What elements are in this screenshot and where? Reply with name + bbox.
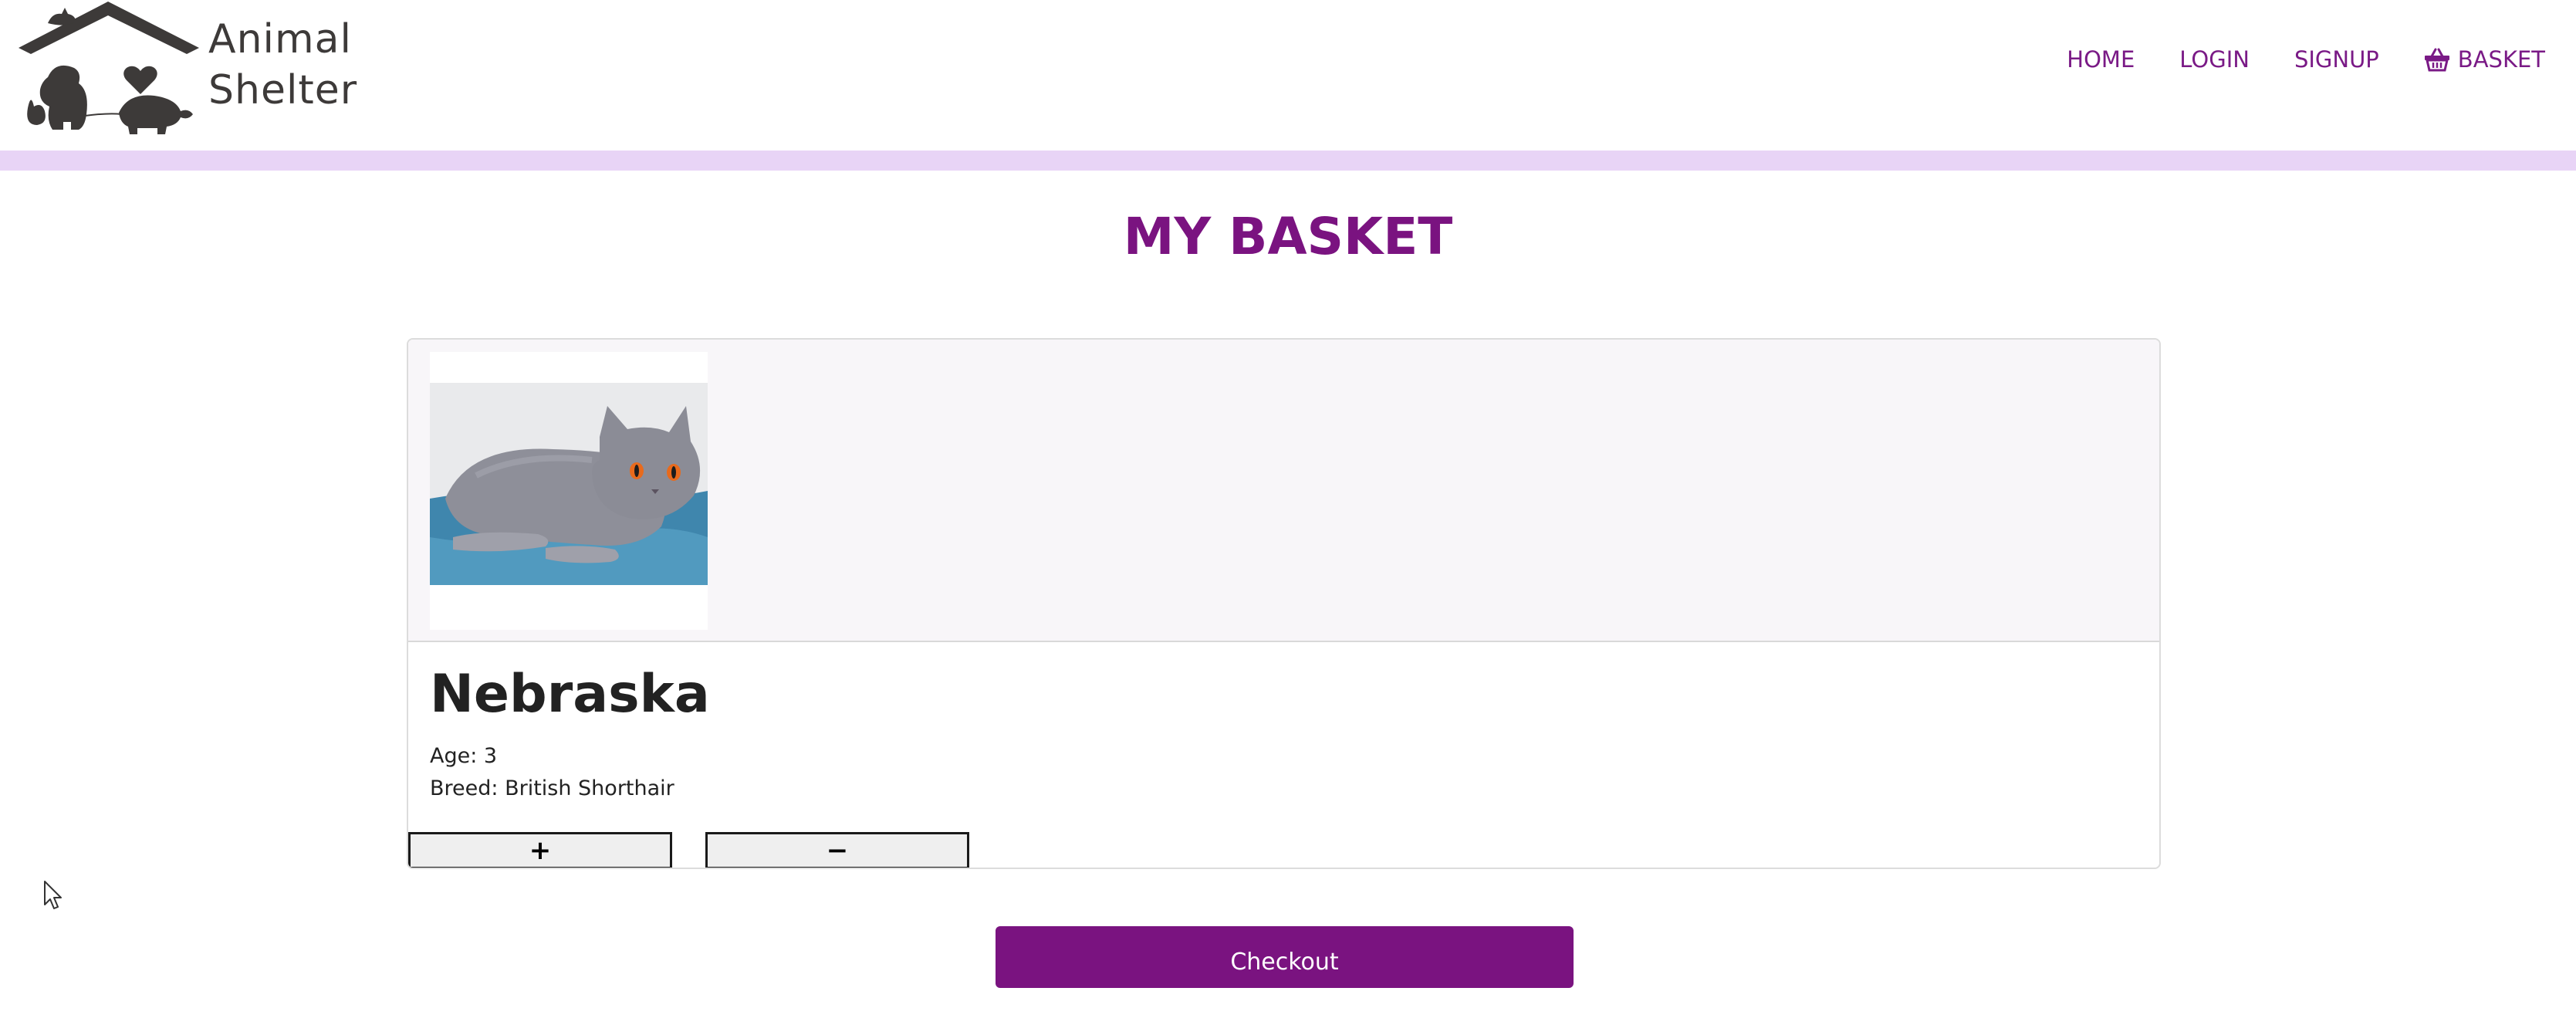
increase-quantity-button[interactable]: + — [408, 832, 672, 868]
basket-icon — [2424, 48, 2449, 72]
brand-name-line2: Shelter — [208, 67, 358, 113]
house-with-pets-icon — [19, 2, 199, 134]
nav-basket-label: BASKET — [2457, 46, 2545, 73]
pet-name: Nebraska — [430, 664, 710, 725]
mouse-pointer-icon — [44, 881, 62, 909]
main-nav: HOME LOGIN SIGNUP BASKET — [2067, 46, 2545, 73]
pet-breed: Breed: British Shorthair — [430, 776, 674, 800]
page-title: MY BASKET — [1123, 207, 1453, 266]
nav-signup-link[interactable]: SIGNUP — [2294, 46, 2379, 73]
nav-login-link[interactable]: LOGIN — [2179, 46, 2250, 73]
site-header: Animal Shelter HOME LOGIN SIGNUP BASKET — [0, 0, 2576, 151]
site-logo[interactable]: Animal Shelter — [17, 0, 380, 135]
grey-cat-photo — [430, 383, 708, 585]
pet-age: Age: 3 — [430, 744, 498, 768]
pet-photo-frame — [430, 352, 708, 630]
basket-item-card: Nebraska Age: 3 Breed: British Shorthair… — [407, 338, 2161, 869]
brand-name-line1: Animal — [208, 16, 352, 63]
basket-item-image-area — [408, 340, 2159, 642]
brand-name: Animal Shelter — [208, 14, 357, 116]
checkout-button[interactable]: Checkout — [996, 926, 1574, 988]
decrease-quantity-button[interactable]: − — [705, 832, 969, 868]
nav-home-link[interactable]: HOME — [2067, 46, 2135, 73]
nav-basket-link[interactable]: BASKET — [2424, 46, 2545, 73]
header-divider-band — [0, 151, 2576, 171]
